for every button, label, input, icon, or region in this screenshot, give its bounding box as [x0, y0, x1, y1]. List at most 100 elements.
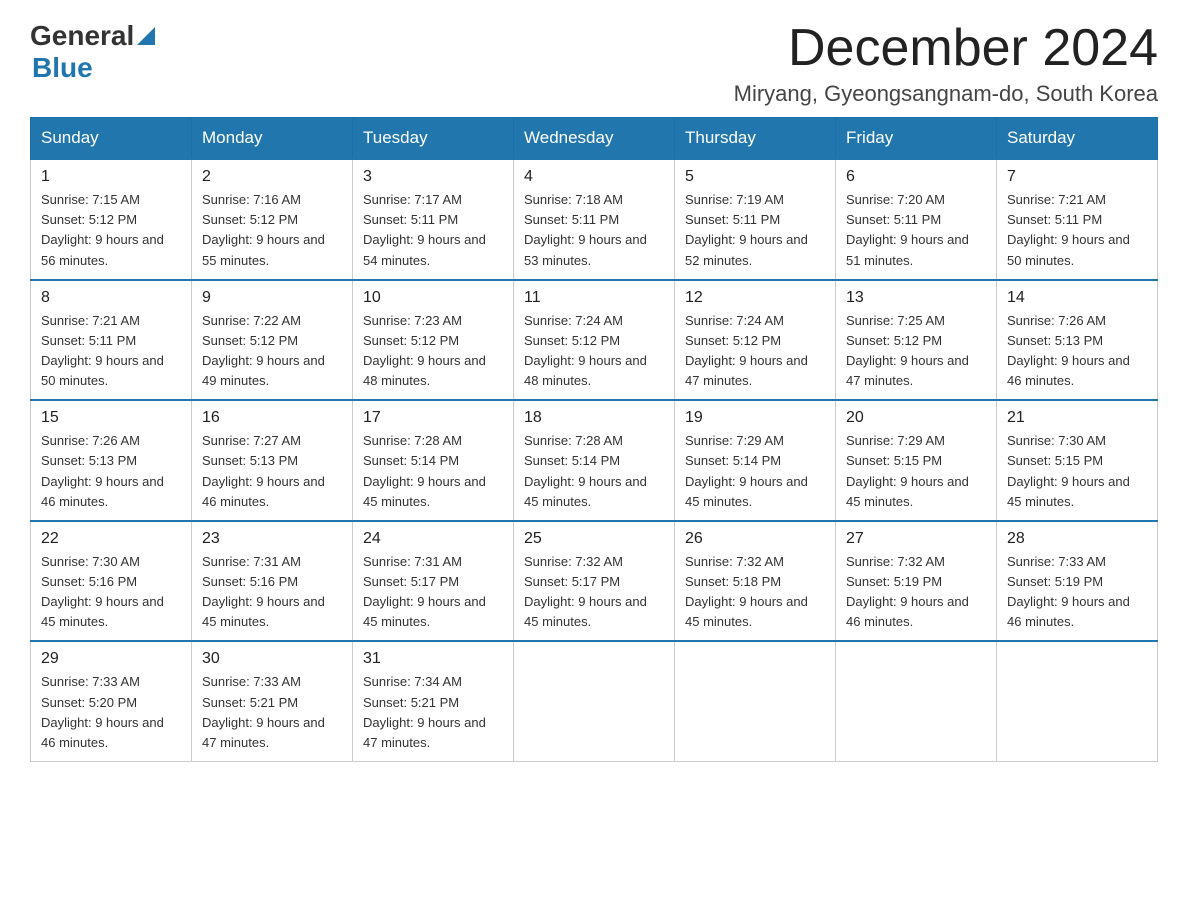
day-number: 19: [685, 409, 825, 427]
col-thursday: Thursday: [675, 118, 836, 160]
day-info: Sunrise: 7:30 AMSunset: 5:16 PMDaylight:…: [41, 552, 181, 633]
calendar-cell: 2 Sunrise: 7:16 AMSunset: 5:12 PMDaylight…: [192, 159, 353, 280]
calendar-week-row: 1Sunrise: 7:15 AMSunset: 5:12 PMDaylight…: [31, 159, 1158, 280]
day-number: 12: [685, 289, 825, 307]
calendar-cell: 24 Sunrise: 7:31 AMSunset: 5:17 PMDayligh…: [353, 521, 514, 642]
day-info: Sunrise: 7:24 AMSunset: 5:12 PMDaylight:…: [685, 311, 825, 392]
day-info: Sunrise: 7:21 AMSunset: 5:11 PMDaylight:…: [41, 311, 181, 392]
day-number: 18: [524, 409, 664, 427]
day-info: Sunrise: 7:17 AMSunset: 5:11 PMDaylight:…: [363, 190, 503, 271]
col-friday: Friday: [836, 118, 997, 160]
calendar-week-row: 29 Sunrise: 7:33 AMSunset: 5:20 PMDayligh…: [31, 641, 1158, 761]
day-number: 14: [1007, 289, 1147, 307]
day-info: Sunrise: 7:22 AMSunset: 5:12 PMDaylight:…: [202, 311, 342, 392]
day-number: 6: [846, 168, 986, 186]
calendar-cell: [997, 641, 1158, 761]
day-info: Sunrise: 7:33 AMSunset: 5:20 PMDaylight:…: [41, 672, 181, 753]
header-row: Sunday Monday Tuesday Wednesday Thursday…: [31, 118, 1158, 160]
calendar-cell: [514, 641, 675, 761]
day-number: 13: [846, 289, 986, 307]
calendar-week-row: 22 Sunrise: 7:30 AMSunset: 5:16 PMDayligh…: [31, 521, 1158, 642]
day-number: 22: [41, 530, 181, 548]
day-number: 28: [1007, 530, 1147, 548]
day-info: Sunrise: 7:18 AMSunset: 5:11 PMDaylight:…: [524, 190, 664, 271]
day-number: 15: [41, 409, 181, 427]
calendar-cell: 4Sunrise: 7:18 AMSunset: 5:11 PMDaylight…: [514, 159, 675, 280]
calendar-cell: 31 Sunrise: 7:34 AMSunset: 5:21 PMDayligh…: [353, 641, 514, 761]
calendar-cell: 11 Sunrise: 7:24 AMSunset: 5:12 PMDayligh…: [514, 280, 675, 401]
calendar-cell: 13 Sunrise: 7:25 AMSunset: 5:12 PMDayligh…: [836, 280, 997, 401]
calendar-cell: [836, 641, 997, 761]
day-number: 3: [363, 168, 503, 186]
day-number: 31: [363, 650, 503, 668]
calendar-cell: 18 Sunrise: 7:28 AMSunset: 5:14 PMDayligh…: [514, 400, 675, 521]
calendar-week-row: 8 Sunrise: 7:21 AMSunset: 5:11 PMDaylight…: [31, 280, 1158, 401]
day-info: Sunrise: 7:32 AMSunset: 5:19 PMDaylight:…: [846, 552, 986, 633]
calendar-cell: 25Sunrise: 7:32 AMSunset: 5:17 PMDayligh…: [514, 521, 675, 642]
day-number: 8: [41, 289, 181, 307]
day-number: 5: [685, 168, 825, 186]
logo-general-text: General: [30, 20, 134, 52]
day-number: 24: [363, 530, 503, 548]
calendar-cell: 17 Sunrise: 7:28 AMSunset: 5:14 PMDayligh…: [353, 400, 514, 521]
day-info: Sunrise: 7:20 AMSunset: 5:11 PMDaylight:…: [846, 190, 986, 271]
day-info: Sunrise: 7:16 AMSunset: 5:12 PMDaylight:…: [202, 190, 342, 271]
day-info: Sunrise: 7:19 AMSunset: 5:11 PMDaylight:…: [685, 190, 825, 271]
day-number: 21: [1007, 409, 1147, 427]
day-number: 7: [1007, 168, 1147, 186]
day-info: Sunrise: 7:28 AMSunset: 5:14 PMDaylight:…: [363, 431, 503, 512]
calendar-cell: 9 Sunrise: 7:22 AMSunset: 5:12 PMDaylight…: [192, 280, 353, 401]
calendar-cell: 21Sunrise: 7:30 AMSunset: 5:15 PMDayligh…: [997, 400, 1158, 521]
day-number: 9: [202, 289, 342, 307]
page-header: General Blue December 2024 Miryang, Gyeo…: [30, 20, 1158, 107]
col-sunday: Sunday: [31, 118, 192, 160]
day-number: 16: [202, 409, 342, 427]
calendar-header: Sunday Monday Tuesday Wednesday Thursday…: [31, 118, 1158, 160]
calendar-cell: 1Sunrise: 7:15 AMSunset: 5:12 PMDaylight…: [31, 159, 192, 280]
col-wednesday: Wednesday: [514, 118, 675, 160]
day-info: Sunrise: 7:26 AMSunset: 5:13 PMDaylight:…: [1007, 311, 1147, 392]
day-number: 20: [846, 409, 986, 427]
calendar-cell: 12 Sunrise: 7:24 AMSunset: 5:12 PMDayligh…: [675, 280, 836, 401]
calendar-body: 1Sunrise: 7:15 AMSunset: 5:12 PMDaylight…: [31, 159, 1158, 761]
calendar-cell: 30 Sunrise: 7:33 AMSunset: 5:21 PMDayligh…: [192, 641, 353, 761]
calendar-cell: [675, 641, 836, 761]
calendar-cell: 22 Sunrise: 7:30 AMSunset: 5:16 PMDayligh…: [31, 521, 192, 642]
calendar-cell: 6 Sunrise: 7:20 AMSunset: 5:11 PMDaylight…: [836, 159, 997, 280]
day-number: 30: [202, 650, 342, 668]
day-number: 10: [363, 289, 503, 307]
calendar-cell: 27 Sunrise: 7:32 AMSunset: 5:19 PMDayligh…: [836, 521, 997, 642]
col-tuesday: Tuesday: [353, 118, 514, 160]
day-info: Sunrise: 7:31 AMSunset: 5:17 PMDaylight:…: [363, 552, 503, 633]
calendar-cell: 10 Sunrise: 7:23 AMSunset: 5:12 PMDayligh…: [353, 280, 514, 401]
logo: General Blue: [30, 20, 155, 84]
calendar-cell: 19 Sunrise: 7:29 AMSunset: 5:14 PMDayligh…: [675, 400, 836, 521]
col-saturday: Saturday: [997, 118, 1158, 160]
day-number: 17: [363, 409, 503, 427]
day-info: Sunrise: 7:24 AMSunset: 5:12 PMDaylight:…: [524, 311, 664, 392]
day-info: Sunrise: 7:28 AMSunset: 5:14 PMDaylight:…: [524, 431, 664, 512]
calendar-table: Sunday Monday Tuesday Wednesday Thursday…: [30, 117, 1158, 762]
col-monday: Monday: [192, 118, 353, 160]
day-info: Sunrise: 7:29 AMSunset: 5:15 PMDaylight:…: [846, 431, 986, 512]
calendar-week-row: 15Sunrise: 7:26 AMSunset: 5:13 PMDayligh…: [31, 400, 1158, 521]
calendar-cell: 14 Sunrise: 7:26 AMSunset: 5:13 PMDayligh…: [997, 280, 1158, 401]
calendar-cell: 8 Sunrise: 7:21 AMSunset: 5:11 PMDaylight…: [31, 280, 192, 401]
logo-triangle-icon: [137, 23, 155, 50]
day-number: 2: [202, 168, 342, 186]
calendar-cell: 26 Sunrise: 7:32 AMSunset: 5:18 PMDayligh…: [675, 521, 836, 642]
day-number: 27: [846, 530, 986, 548]
day-info: Sunrise: 7:34 AMSunset: 5:21 PMDaylight:…: [363, 672, 503, 753]
calendar-cell: 5 Sunrise: 7:19 AMSunset: 5:11 PMDaylight…: [675, 159, 836, 280]
day-info: Sunrise: 7:29 AMSunset: 5:14 PMDaylight:…: [685, 431, 825, 512]
day-number: 11: [524, 289, 664, 307]
day-number: 29: [41, 650, 181, 668]
day-info: Sunrise: 7:23 AMSunset: 5:12 PMDaylight:…: [363, 311, 503, 392]
day-info: Sunrise: 7:32 AMSunset: 5:17 PMDaylight:…: [524, 552, 664, 633]
day-info: Sunrise: 7:25 AMSunset: 5:12 PMDaylight:…: [846, 311, 986, 392]
day-info: Sunrise: 7:31 AMSunset: 5:16 PMDaylight:…: [202, 552, 342, 633]
day-info: Sunrise: 7:33 AMSunset: 5:19 PMDaylight:…: [1007, 552, 1147, 633]
day-info: Sunrise: 7:33 AMSunset: 5:21 PMDaylight:…: [202, 672, 342, 753]
day-number: 26: [685, 530, 825, 548]
day-info: Sunrise: 7:32 AMSunset: 5:18 PMDaylight:…: [685, 552, 825, 633]
